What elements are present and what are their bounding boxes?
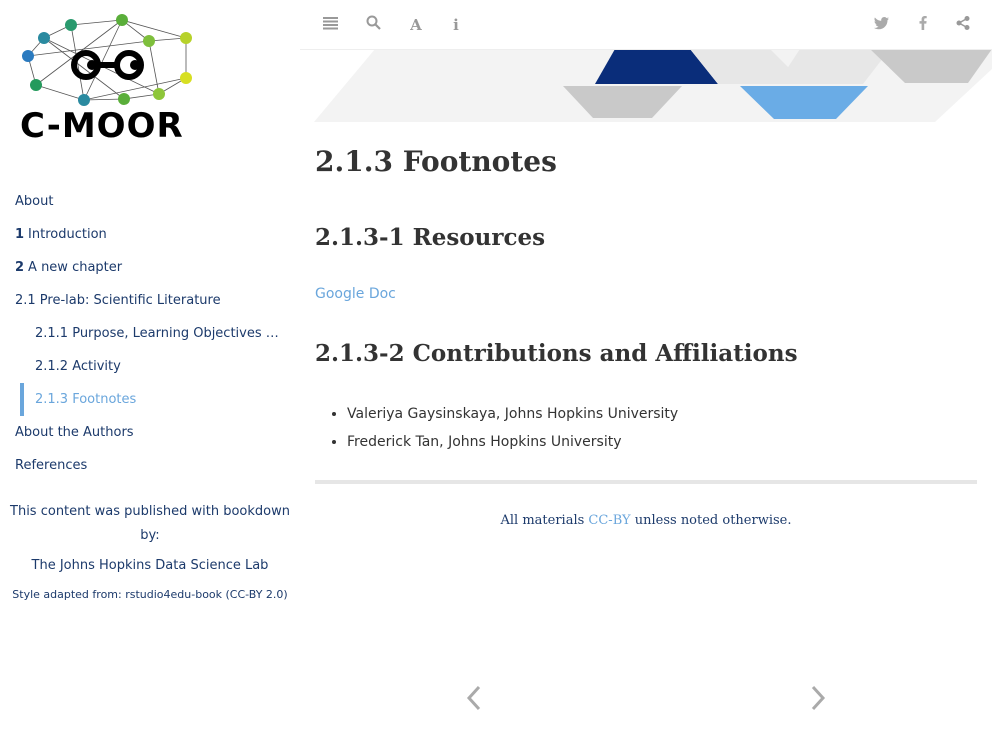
toc-item-purpose[interactable]: 2.1.1 Purpose, Learning Objectives and..… bbox=[0, 317, 285, 350]
license-note: All materials CC-BY unless noted otherwi… bbox=[315, 513, 977, 528]
toc-label: 2.1.2 Activity bbox=[35, 359, 121, 374]
toc-item-about-authors[interactable]: About the Authors bbox=[0, 416, 300, 449]
toc-number: 1 bbox=[15, 227, 25, 242]
list-item: Valeriya Gaysinskaya, Johns Hopkins Univ… bbox=[347, 400, 678, 428]
toc-item-activity[interactable]: 2.1.2 Activity bbox=[0, 350, 285, 383]
toc-label: A new chapter bbox=[28, 260, 123, 275]
toc-label: 2.1.3 Footnotes bbox=[35, 392, 137, 407]
toc-item-references[interactable]: References bbox=[0, 449, 300, 482]
section-heading-resources: 2.1.3-1 Resources bbox=[315, 224, 546, 251]
sidebar: C-MOOR About 1 Introduction 2A new chapte… bbox=[0, 0, 300, 744]
toc-item-new-chapter[interactable]: 2A new chapter bbox=[0, 251, 300, 284]
font-settings-icon[interactable]: A bbox=[405, 14, 427, 36]
cc-by-link[interactable]: CC-BY bbox=[588, 513, 630, 528]
toc-label: 2.1 Pre-lab: Scientific Literature bbox=[15, 293, 221, 308]
divider bbox=[315, 480, 977, 484]
list-item: Frederick Tan, Johns Hopkins University bbox=[347, 428, 678, 456]
toc-label: 2.1.1 Purpose, Learning Objectives and..… bbox=[35, 326, 285, 341]
share-icon[interactable] bbox=[952, 14, 974, 36]
table-of-contents: About 1 Introduction 2A new chapter 2.1 P… bbox=[0, 185, 300, 482]
facebook-icon[interactable] bbox=[912, 14, 934, 36]
logo-text: C-MOOR bbox=[20, 106, 184, 146]
toc-label: About bbox=[15, 194, 54, 209]
next-page-button[interactable] bbox=[806, 680, 836, 716]
toc-item-pre-lab[interactable]: 2.1 Pre-lab: Scientific Literature bbox=[0, 284, 300, 317]
info-icon[interactable]: i bbox=[445, 14, 467, 36]
toc-item-about[interactable]: About bbox=[0, 185, 300, 218]
credits-jhu-link[interactable]: The Johns Hopkins Data Science Lab bbox=[0, 548, 300, 584]
contributors-list: Valeriya Gaysinskaya, Johns Hopkins Univ… bbox=[315, 400, 678, 456]
previous-page-button[interactable] bbox=[462, 680, 492, 716]
search-icon[interactable] bbox=[362, 14, 384, 36]
section-heading-contributions: 2.1.3-2 Contributions and Affiliations bbox=[315, 340, 798, 367]
license-prefix: All materials bbox=[500, 513, 589, 528]
twitter-icon[interactable] bbox=[870, 14, 892, 36]
google-doc-link[interactable]: Google Doc bbox=[315, 286, 396, 302]
page-title: 2.1.3 Footnotes bbox=[315, 145, 557, 178]
credits-style-link[interactable]: Style adapted from: rstudio4edu-book (CC… bbox=[0, 584, 300, 606]
toc-label: Introduction bbox=[28, 227, 107, 242]
credits-bookdown-link[interactable]: This content was published with bookdown… bbox=[0, 500, 300, 548]
toc-number: 2 bbox=[15, 260, 25, 275]
license-suffix: unless noted otherwise. bbox=[630, 513, 792, 528]
credits: This content was published with bookdown… bbox=[0, 500, 300, 606]
sidebar-toggle-icon[interactable] bbox=[319, 14, 341, 36]
book-toolbar: A i bbox=[300, 0, 992, 50]
chevron-right-icon bbox=[811, 685, 826, 711]
toc-item-introduction[interactable]: 1 Introduction bbox=[0, 218, 300, 251]
header-banner bbox=[314, 49, 992, 122]
toc-label: About the Authors bbox=[15, 425, 134, 440]
toc-label: References bbox=[15, 458, 88, 473]
toc-item-footnotes[interactable]: 2.1.3 Footnotes bbox=[0, 383, 285, 416]
chevron-left-icon bbox=[466, 685, 481, 711]
